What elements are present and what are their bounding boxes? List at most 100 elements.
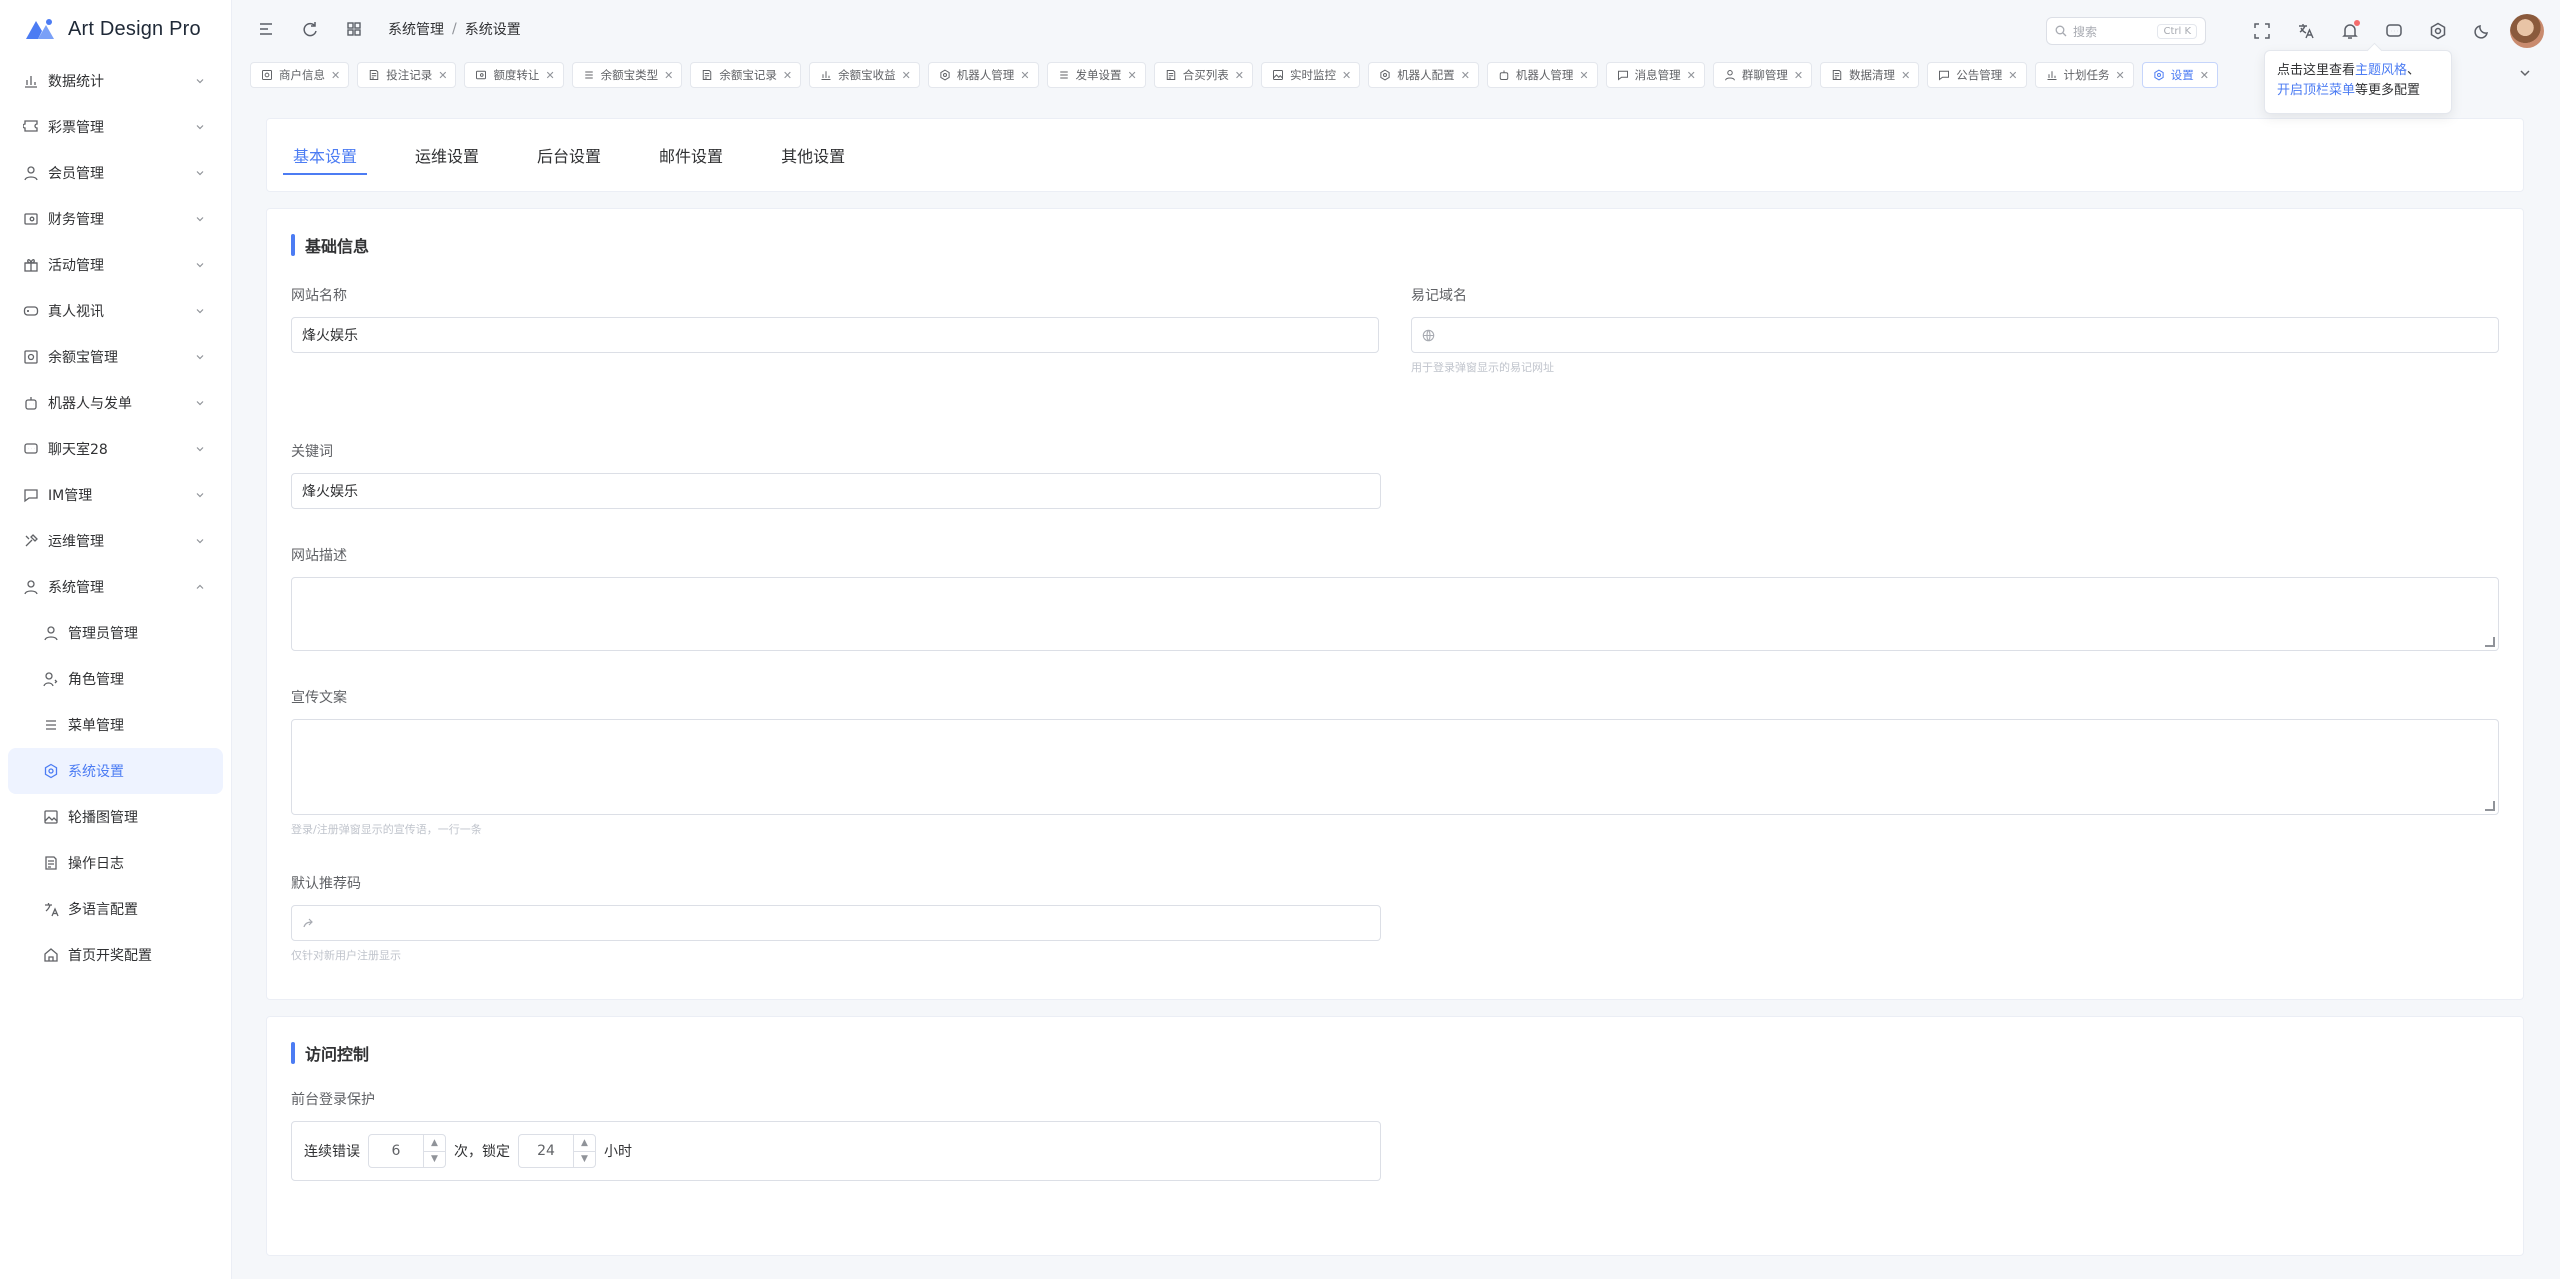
page-tab-label: 投注记录: [386, 68, 433, 82]
domain-input[interactable]: [1411, 317, 2499, 353]
close-icon[interactable]: ✕: [331, 69, 340, 82]
error-count-stepper[interactable]: 6 ▲ ▼: [368, 1134, 446, 1168]
close-icon[interactable]: ✕: [1579, 69, 1588, 82]
settings-tab[interactable]: 邮件设置: [643, 135, 739, 175]
gear-icon: [42, 762, 60, 780]
fullscreen-icon[interactable]: [2248, 17, 2276, 45]
lock-hours-stepper[interactable]: 24 ▲ ▼: [518, 1134, 596, 1168]
page-tab[interactable]: 消息管理 ✕: [1605, 62, 1705, 88]
page-tab[interactable]: 余额宝类型 ✕: [571, 62, 683, 88]
close-icon[interactable]: ✕: [1794, 69, 1803, 82]
settings-tab[interactable]: 其他设置: [765, 135, 861, 175]
tooltip-link-topbar[interactable]: 开启顶栏菜单: [2277, 83, 2355, 98]
close-icon[interactable]: ✕: [1901, 69, 1910, 82]
referral-input[interactable]: [291, 905, 1381, 941]
dark-mode-icon[interactable]: [2468, 17, 2496, 45]
message-icon: [1938, 69, 1950, 81]
page-tab[interactable]: 机器人管理 ✕: [1486, 62, 1598, 88]
sidebar-subitem[interactable]: 系统设置: [8, 748, 223, 794]
breadcrumb-item[interactable]: 系统管理: [388, 19, 444, 39]
page-tab[interactable]: 群聊管理 ✕: [1712, 62, 1813, 88]
close-icon[interactable]: ✕: [1687, 69, 1696, 82]
close-icon[interactable]: ✕: [2116, 69, 2125, 82]
page-tab[interactable]: 投注记录 ✕: [357, 62, 457, 88]
page-tab[interactable]: 公告管理 ✕: [1927, 62, 2027, 88]
collapse-menu-icon[interactable]: [252, 15, 280, 43]
referral-label: 默认推荐码: [291, 876, 361, 892]
description-textarea[interactable]: [291, 577, 2499, 651]
sidebar-item[interactable]: 机器人与发单: [0, 380, 231, 426]
page-tab[interactable]: 机器人配置 ✕: [1368, 62, 1479, 88]
sidebar-subitem[interactable]: 轮播图管理: [0, 794, 231, 840]
sidebar-item[interactable]: 余额宝管理: [0, 334, 231, 380]
translate-icon[interactable]: [2292, 17, 2320, 45]
page-tab[interactable]: 商户信息 ✕: [250, 62, 350, 88]
close-icon[interactable]: ✕: [1235, 69, 1244, 82]
sidebar-item[interactable]: 数据统计: [0, 58, 231, 104]
settings-tab[interactable]: 基本设置: [277, 135, 373, 175]
promo-textarea[interactable]: [291, 719, 2499, 815]
close-icon[interactable]: ✕: [664, 69, 673, 82]
close-icon[interactable]: ✕: [2008, 69, 2017, 82]
sidebar-subitem[interactable]: 角色管理: [0, 656, 231, 702]
sidebar-subitem[interactable]: 菜单管理: [0, 702, 231, 748]
tools-icon: [22, 532, 40, 550]
chevron-down-icon[interactable]: [2518, 66, 2546, 80]
refresh-icon[interactable]: [296, 15, 324, 43]
sidebar-subitem[interactable]: 首页开奖配置: [0, 932, 231, 978]
page-tab[interactable]: 余额宝收益 ✕: [809, 62, 920, 88]
sidebar-item[interactable]: IM管理: [0, 472, 231, 518]
chat-icon[interactable]: [2380, 17, 2408, 45]
page-tab[interactable]: 实时监控 ✕: [1260, 62, 1361, 88]
notification-bell-icon[interactable]: [2336, 17, 2364, 45]
gear-icon[interactable]: [2424, 17, 2452, 45]
sidebar-item[interactable]: 会员管理: [0, 150, 231, 196]
apps-grid-icon[interactable]: [340, 15, 368, 43]
sidebar-item[interactable]: 活动管理: [0, 242, 231, 288]
settings-tab[interactable]: 运维设置: [399, 135, 495, 175]
close-icon[interactable]: ✕: [2200, 69, 2209, 82]
close-icon[interactable]: ✕: [1128, 69, 1137, 82]
decrement-icon[interactable]: ▼: [424, 1152, 445, 1168]
page-tab[interactable]: 计划任务 ✕: [2034, 62, 2134, 88]
increment-icon[interactable]: ▲: [424, 1135, 445, 1152]
close-icon[interactable]: ✕: [438, 69, 447, 82]
settings-tab[interactable]: 后台设置: [521, 135, 617, 175]
page-tab[interactable]: 数据清理 ✕: [1820, 62, 1920, 88]
sidebar-item[interactable]: 聊天室28: [0, 426, 231, 472]
referral-field: 默认推荐码 仅针对新用户注册显示: [291, 873, 1381, 963]
search-input[interactable]: 搜索 Ctrl K: [2046, 17, 2206, 45]
close-icon[interactable]: ✕: [545, 69, 554, 82]
close-icon[interactable]: ✕: [1342, 69, 1351, 82]
sidebar-item[interactable]: 运维管理: [0, 518, 231, 564]
close-icon[interactable]: ✕: [783, 69, 792, 82]
close-icon[interactable]: ✕: [1461, 69, 1470, 82]
page-tab[interactable]: 发单设置 ✕: [1046, 62, 1146, 88]
sidebar-item-label: 真人视讯: [48, 304, 104, 320]
page-tab[interactable]: 余额宝记录 ✕: [690, 62, 802, 88]
page-tab[interactable]: 合买列表 ✕: [1153, 62, 1253, 88]
avatar[interactable]: [2510, 14, 2544, 48]
page-tab-label: 设置: [2170, 68, 2194, 82]
wallet-icon: [22, 210, 40, 228]
logo[interactable]: Art Design Pro: [0, 0, 231, 58]
decrement-icon[interactable]: ▼: [574, 1152, 595, 1168]
sidebar-item[interactable]: 财务管理: [0, 196, 231, 242]
keywords-input[interactable]: 烽火娱乐: [291, 473, 1381, 509]
sidebar-item[interactable]: 彩票管理: [0, 104, 231, 150]
page-tab[interactable]: 设置 ✕: [2141, 62, 2218, 88]
section-title: 基础信息: [291, 233, 2499, 257]
tooltip-link-theme[interactable]: 主题风格: [2355, 63, 2407, 78]
sidebar-subitem[interactable]: 管理员管理: [0, 610, 231, 656]
sidebar-subitem[interactable]: 操作日志: [0, 840, 231, 886]
increment-icon[interactable]: ▲: [574, 1135, 595, 1152]
sidebar-subitem-label: 系统设置: [68, 764, 124, 780]
site-name-input[interactable]: 烽火娱乐: [291, 317, 1379, 353]
close-icon[interactable]: ✕: [1020, 69, 1029, 82]
sidebar-item[interactable]: 系统管理: [0, 564, 231, 610]
close-icon[interactable]: ✕: [902, 69, 911, 82]
sidebar-subitem[interactable]: 多语言配置: [0, 886, 231, 932]
sidebar-item[interactable]: 真人视讯: [0, 288, 231, 334]
page-tab[interactable]: 额度转让 ✕: [464, 62, 564, 88]
page-tab[interactable]: 机器人管理 ✕: [927, 62, 1039, 88]
